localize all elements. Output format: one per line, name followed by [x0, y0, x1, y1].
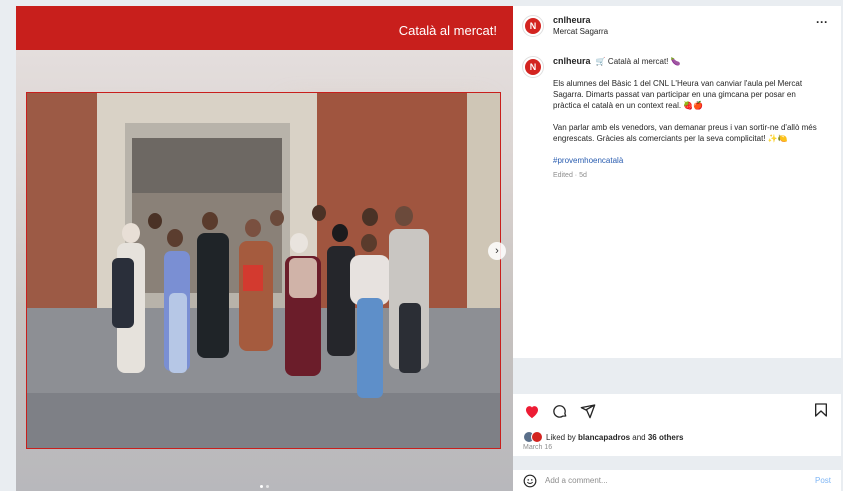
caption: N cnlheura 🛒 Català al mercat! 🍆 Els alu…	[522, 56, 832, 181]
carousel-dot	[266, 485, 269, 488]
header-username[interactable]: cnlheura	[553, 14, 608, 26]
comment-icon[interactable]	[551, 402, 569, 420]
bookmark-icon[interactable]	[813, 402, 831, 420]
caption-paragraph: Van parlar amb els venedors, van demanar…	[553, 123, 817, 143]
caption-title: 🛒 Català al mercat! 🍆	[595, 57, 681, 66]
likes-text: Liked by blancapadros and 36 others	[546, 433, 683, 442]
post-date[interactable]: March 16	[523, 444, 552, 451]
edited-timestamp: Edited · 5d	[553, 172, 587, 179]
post-comment-button[interactable]: Post	[815, 476, 831, 485]
group-photo	[26, 92, 501, 449]
comment-bar: Post	[513, 470, 841, 491]
action-bar: Liked by blancapadros and 36 others Marc…	[513, 394, 841, 456]
caption-username[interactable]: cnlheura	[553, 56, 591, 66]
post-modal: Català al mercat! › N cnlheura Mercat Sa…	[16, 6, 841, 491]
carousel-dots	[16, 485, 513, 488]
likes-prefix: Liked by	[546, 432, 579, 442]
post-panel: N cnlheura Mercat Sagarra ··· N cnlheura…	[513, 6, 841, 491]
liker-username[interactable]: blancapadros	[578, 433, 630, 442]
heart-icon[interactable]	[523, 402, 541, 420]
divider	[513, 456, 841, 470]
more-icon[interactable]: ···	[816, 15, 828, 29]
avatar-logo: N	[525, 18, 541, 34]
liker-avatar	[531, 431, 543, 443]
hashtag-link[interactable]: #provemhoencatalà	[553, 155, 823, 166]
comment-input[interactable]	[545, 476, 815, 485]
likes-middle: and	[630, 432, 648, 442]
header-text: cnlheura Mercat Sagarra	[553, 14, 608, 38]
carousel-next-button[interactable]: ›	[488, 242, 506, 260]
caption-body: cnlheura 🛒 Català al mercat! 🍆 Els alumn…	[553, 56, 823, 181]
media-banner: Català al mercat!	[16, 6, 513, 50]
caption-avatar[interactable]: N	[522, 56, 544, 78]
caption-paragraph: Els alumnes del Bàsic 1 del CNL L'Heura …	[553, 79, 803, 110]
post-header: N cnlheura Mercat Sagarra ···	[513, 6, 841, 46]
avatar-logo: N	[525, 59, 541, 75]
banner-title: Català al mercat!	[398, 23, 497, 38]
post-media: Català al mercat! ›	[16, 6, 513, 491]
divider	[513, 358, 841, 394]
avatar[interactable]: N	[522, 15, 544, 37]
emoji-icon[interactable]	[523, 474, 537, 488]
likes-summary: Liked by blancapadros and 36 others	[523, 431, 683, 443]
likes-count[interactable]: 36 others	[648, 433, 684, 442]
action-row	[523, 402, 597, 420]
share-icon[interactable]	[579, 402, 597, 420]
carousel-dot	[260, 485, 263, 488]
header-location[interactable]: Mercat Sagarra	[553, 26, 608, 38]
chevron-right-icon: ›	[495, 245, 499, 257]
